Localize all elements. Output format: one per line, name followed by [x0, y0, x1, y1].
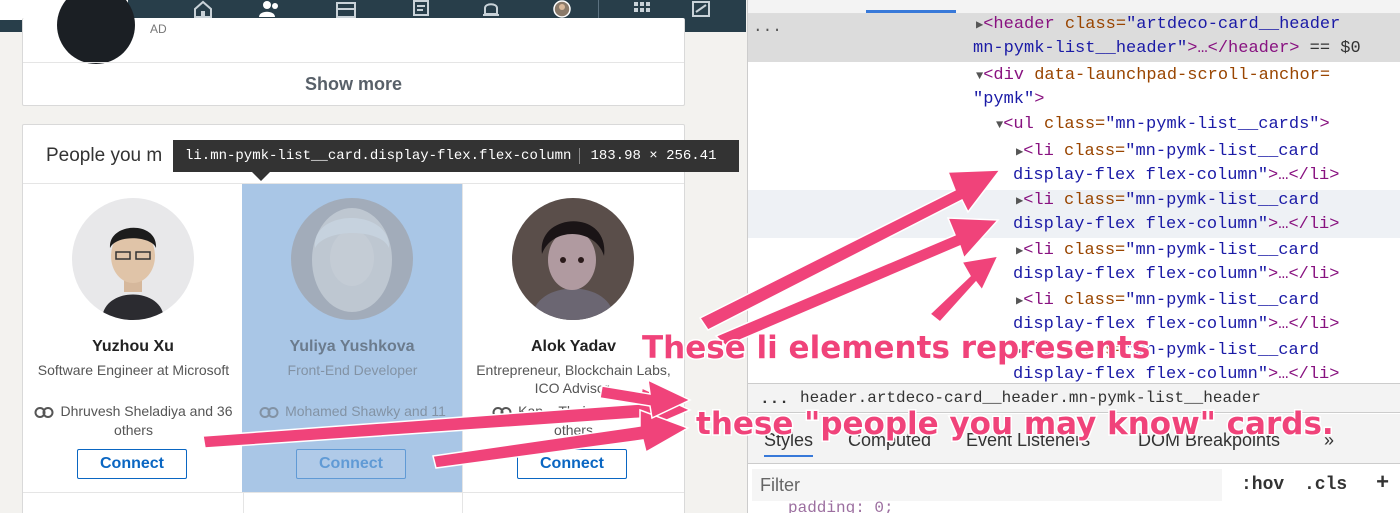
screenshot-root: AD Show more People you m Yuzhou Xu Soft… — [0, 0, 1400, 513]
dom-line-li-cont[interactable]: display-flex flex-column">…</li> — [1013, 214, 1339, 236]
headline-fragment: AD — [150, 22, 167, 36]
invitations-card: AD Show more — [22, 0, 685, 106]
dom-line-li-cont[interactable]: display-flex flex-column">…</li> — [1013, 165, 1339, 187]
connect-button[interactable]: Connect — [517, 449, 627, 479]
person-headline: Software Engineer at Microsoft — [37, 362, 230, 378]
mutual-connections-icon — [259, 406, 279, 418]
dom-line-li[interactable]: ▶<li class="mn-pymk-list__card — [1016, 290, 1319, 312]
inspector-tooltip: li.mn-pymk-list__card.display-flex.flex-… — [173, 140, 739, 172]
pymk-person-card-highlighted[interactable]: Yuliya Yushkova Front-End Developer Moha… — [242, 184, 463, 493]
mutual-connections: Kap... Thulasi Doss ... others — [473, 402, 674, 440]
person-name[interactable]: Yuliya Yushkova — [242, 338, 462, 356]
pymk-person-card-next-row[interactable] — [463, 492, 684, 513]
mutual-connections-text: Kap... Thulasi Doss ... others — [518, 403, 655, 438]
jobs-icon[interactable] — [331, 0, 361, 18]
person-photo[interactable] — [512, 198, 634, 320]
tooltip-selector: li.mn-pymk-list__card.display-flex.flex-… — [185, 148, 572, 164]
style-rule-peek: padding: 0; — [788, 499, 894, 513]
hover-state-button[interactable]: :hov — [1241, 475, 1284, 495]
dom-line-li[interactable]: ▶<li class="mn-pymk-list__card — [1016, 190, 1319, 212]
pymk-person-card-next-row[interactable] — [242, 492, 463, 513]
person-headline: Front-End Developer — [287, 362, 418, 378]
pymk-person-card[interactable]: Yuzhou Xu Software Engineer at Microsoft… — [23, 184, 244, 493]
dom-line-li[interactable]: ▶<li class="mn-pymk-list__card — [1016, 141, 1319, 163]
pymk-card: People you m Yuzhou Xu Software Engineer… — [22, 124, 685, 513]
connect-button[interactable]: Connect — [296, 449, 406, 479]
mutual-connections-text: Mohamed Shawky and 11 others — [285, 403, 446, 438]
mutual-connections-icon — [34, 406, 54, 418]
work-grid-icon[interactable] — [627, 0, 657, 18]
pymk-title: People you m — [46, 145, 163, 166]
dom-line-header-cont[interactable]: mn-pymk-list__header">…</header> == $0 — [973, 38, 1361, 60]
dom-line-li-cont[interactable]: display-flex flex-column">…</li> — [1013, 264, 1339, 286]
devtools-tab-strip — [748, 0, 1400, 14]
person-photo[interactable] — [291, 198, 413, 320]
person-photo[interactable] — [72, 198, 194, 320]
annotation-line-1: These li elements represents — [640, 329, 1151, 368]
post-job-icon[interactable] — [686, 0, 716, 18]
linkedin-page: AD Show more People you m Yuzhou Xu Soft… — [0, 0, 746, 513]
messaging-icon[interactable] — [406, 0, 436, 18]
tooltip-size: 183.98 × 256.41 — [579, 148, 717, 164]
styles-filter-input[interactable] — [752, 469, 1222, 501]
person-name[interactable]: Yuzhou Xu — [23, 338, 243, 356]
home-icon[interactable] — [188, 0, 218, 18]
person-headline: Entrepreneur, Blockchain Labs, ICO Advis… — [476, 362, 671, 396]
mutual-connections-text: Dhruvesh Sheladiya and 36 others — [60, 403, 233, 438]
active-tab-indicator — [866, 10, 956, 13]
avatar — [57, 0, 135, 64]
breadcrumb-item[interactable]: header.artdeco-card__header.mn-pymk-list… — [800, 389, 1261, 407]
ellipsis-icon[interactable]: ... — [753, 18, 782, 36]
dom-line-div-cont[interactable]: "pymk"> — [973, 89, 1044, 111]
my-network-icon[interactable] — [254, 0, 284, 18]
mutual-connections: Dhruvesh Sheladiya and 36 others — [33, 402, 234, 440]
dom-line-div-open[interactable]: ▼<div data-launchpad-scroll-anchor= — [976, 65, 1330, 87]
connect-button[interactable]: Connect — [77, 449, 187, 479]
add-style-rule-button[interactable]: + — [1376, 471, 1389, 496]
notifications-icon[interactable] — [476, 0, 506, 18]
dom-line-ul[interactable]: ▼<ul class="mn-pymk-list__cards"> — [996, 114, 1330, 136]
pymk-person-card-next-row[interactable] — [23, 492, 244, 513]
show-more-button[interactable]: Show more — [23, 62, 684, 105]
tooltip-arrow — [252, 172, 270, 181]
me-avatar-icon[interactable] — [547, 0, 577, 18]
dom-line-header-open[interactable]: ▶<header class="artdeco-card__header — [976, 14, 1340, 36]
class-toggle-button[interactable]: .cls — [1304, 475, 1347, 495]
mutual-connections-icon — [492, 406, 512, 418]
mutual-connections: Mohamed Shawky and 11 others — [252, 402, 453, 440]
annotation-line-2: these "people you may know" cards. — [695, 405, 1336, 444]
dom-line-li[interactable]: ▶<li class="mn-pymk-list__card — [1016, 240, 1319, 262]
